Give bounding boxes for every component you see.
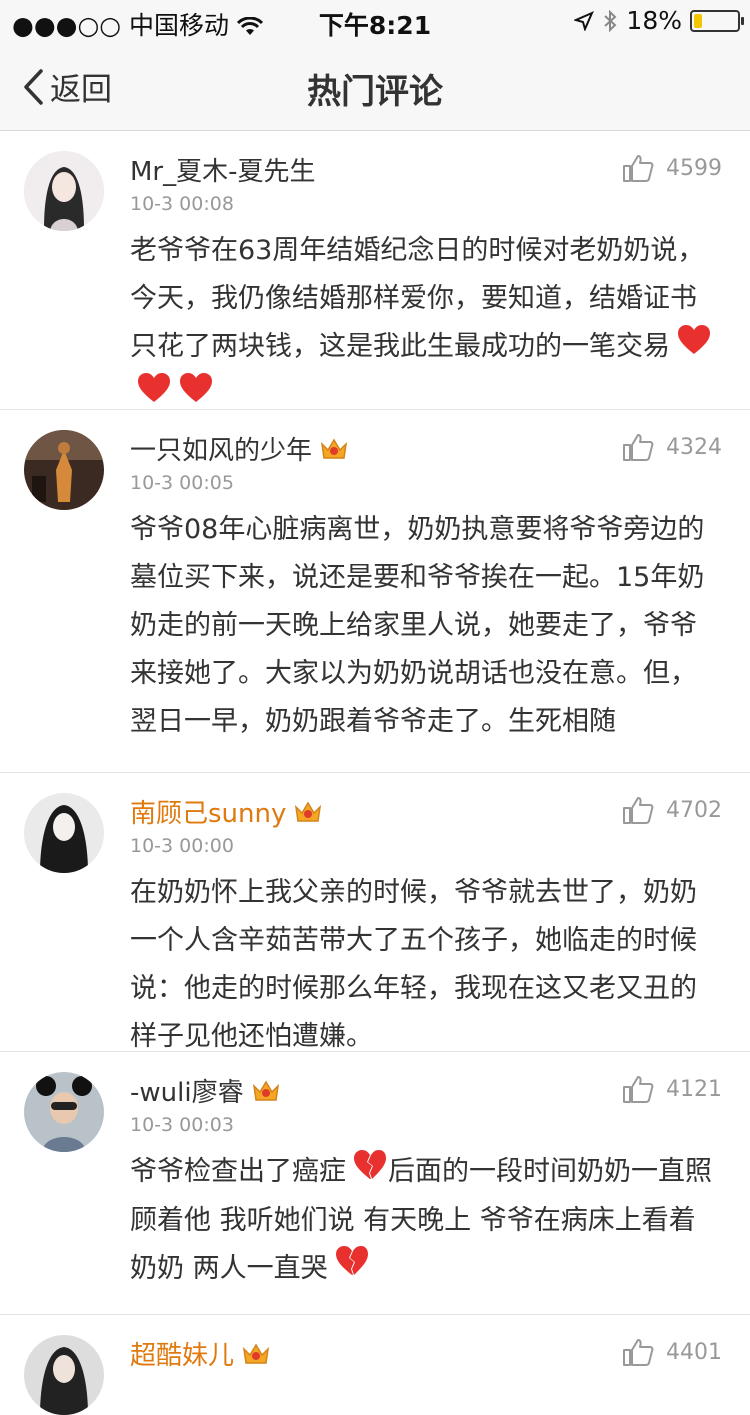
like-count: 4702	[666, 797, 722, 823]
status-right: 18%	[574, 6, 744, 35]
like-button[interactable]: 4401	[622, 1337, 722, 1367]
comment-time: 10-3 00:08	[130, 193, 234, 215]
thumbs-up-icon	[623, 155, 654, 182]
username[interactable]: Mr_夏木-夏先生	[130, 151, 316, 188]
username[interactable]: 一只如风的少年	[130, 430, 348, 467]
avatar-image	[24, 151, 104, 231]
thumbs-up-icon	[623, 1339, 654, 1366]
thumbs-up-icon	[623, 434, 654, 461]
vip-crown-icon	[242, 1343, 270, 1364]
avatar-image	[24, 430, 104, 510]
like-count: 4401	[666, 1339, 722, 1365]
avatar[interactable]	[24, 793, 104, 873]
vip-crown-icon	[320, 438, 348, 459]
comment-item: 一只如风的少年 10-3 00:05 4324 爷爷08年心脏病离世，奶奶执意要…	[0, 410, 750, 773]
username-text: 一只如风的少年	[130, 436, 313, 466]
username-text: -wuli廖睿	[130, 1078, 244, 1108]
comment-time: 10-3 00:05	[130, 472, 234, 494]
like-count: 4599	[666, 155, 722, 181]
thumbs-up-icon	[623, 797, 654, 824]
comment-list: Mr_夏木-夏先生 10-3 00:08 4599 老爷爷在63周年结婚纪念日的…	[0, 131, 750, 1415]
comment-item: Mr_夏木-夏先生 10-3 00:08 4599 老爷爷在63周年结婚纪念日的…	[0, 131, 750, 410]
username[interactable]: -wuli廖睿	[130, 1072, 280, 1109]
battery-percent: 18%	[626, 6, 682, 35]
location-arrow-icon	[574, 10, 595, 31]
broken-heart-icon	[352, 1149, 388, 1197]
like-button[interactable]: 4702	[622, 795, 722, 825]
comment-item: -wuli廖睿 10-3 00:03 4121 爷爷检查出了癌症 后面的一段时间奶…	[0, 1052, 750, 1315]
avatar[interactable]	[24, 151, 104, 231]
nav-bar: 返回 热门评论	[0, 40, 750, 131]
avatar-image	[24, 1335, 104, 1415]
like-button[interactable]: 4121	[622, 1074, 722, 1104]
username-text: 南顾己sunny	[130, 799, 287, 829]
thumbs-up-icon	[623, 1076, 654, 1103]
page-title: 热门评论	[307, 72, 443, 112]
avatar-image	[24, 793, 104, 873]
comment-time: 10-3 00:03	[130, 1114, 234, 1136]
comment-item: 超酷妹儿 4401	[0, 1315, 750, 1415]
like-count: 4121	[666, 1076, 722, 1102]
status-bar: ●●●○○ 中国移动 下午8:21 18%	[0, 0, 750, 40]
like-button[interactable]: 4324	[622, 432, 722, 462]
avatar-image	[24, 1072, 104, 1152]
broken-heart-icon	[334, 1245, 370, 1293]
vip-crown-icon	[252, 1080, 279, 1101]
username[interactable]: 超酷妹儿	[130, 1335, 270, 1372]
battery-icon	[690, 9, 744, 32]
like-button[interactable]: 4599	[622, 153, 722, 183]
avatar[interactable]	[24, 430, 104, 510]
vip-crown-icon	[295, 801, 322, 822]
comment-time: 10-3 00:00	[130, 835, 234, 857]
username-text: 超酷妹儿	[130, 1341, 235, 1371]
red-heart-icon	[676, 324, 712, 372]
avatar[interactable]	[24, 1335, 104, 1415]
bluetooth-icon	[604, 9, 617, 32]
avatar[interactable]	[24, 1072, 104, 1152]
username[interactable]: 南顾己sunny	[130, 793, 322, 830]
like-count: 4324	[666, 434, 722, 460]
username-text: Mr_夏木-夏先生	[130, 157, 316, 187]
comment-item: 南顾己sunny 10-3 00:00 4702 在奶奶怀上我父亲的时候，爷爷就…	[0, 773, 750, 1052]
